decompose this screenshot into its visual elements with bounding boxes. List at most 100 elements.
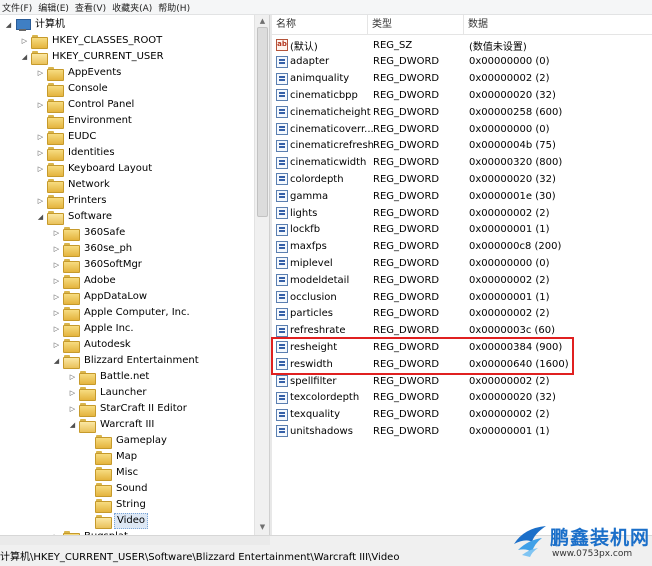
horizontal-scrollbar[interactable]	[0, 536, 270, 545]
expand-triangle-icon[interactable]: ▷	[52, 241, 61, 257]
tree-root[interactable]: ◢ 计算机	[4, 17, 67, 33]
tree-node[interactable]: Misc	[84, 465, 140, 481]
value-row[interactable]: adapter REG_DWORD 0x00000000 (0)	[272, 54, 550, 70]
scrollbar-thumb[interactable]	[257, 27, 268, 217]
column-type[interactable]: 类型	[368, 15, 464, 34]
tree-node[interactable]: Video	[84, 513, 149, 529]
tree-node[interactable]: Map	[84, 449, 139, 465]
value-row[interactable]: cinematicrefresh REG_DWORD 0x0000004b (75)	[272, 138, 556, 154]
scroll-up-icon[interactable]: ▲	[255, 15, 270, 27]
scroll-down-icon[interactable]: ▼	[255, 521, 270, 533]
value-row[interactable]: modeldetail REG_DWORD 0x00000002 (2)	[272, 272, 550, 288]
value-row[interactable]: lights REG_DWORD 0x00000002 (2)	[272, 205, 550, 221]
value-row[interactable]: miplevel REG_DWORD 0x00000000 (0)	[272, 255, 550, 271]
value-row[interactable]: animquality REG_DWORD 0x00000002 (2)	[272, 71, 550, 87]
menu-edit[interactable]: 编辑(E)	[35, 1, 72, 14]
value-row[interactable]: lockfb REG_DWORD 0x00000001 (1)	[272, 222, 550, 238]
registry-tree[interactable]: ◢ 计算机 ▷ HKEY_CLASSES_ROOT ◢ HKEY_CURRENT_US…	[0, 15, 256, 535]
tree-node[interactable]: ◢ Software	[36, 209, 114, 225]
tree-node[interactable]: ▷ Adobe	[52, 273, 118, 289]
expand-triangle-icon[interactable]: ▷	[36, 193, 45, 209]
value-row[interactable]: colordepth REG_DWORD 0x00000020 (32)	[272, 171, 556, 187]
expand-triangle-icon[interactable]: ◢	[4, 17, 13, 33]
tree-node[interactable]: ▷ 360Safe	[52, 225, 127, 241]
expand-triangle-icon[interactable]: ▷	[36, 97, 45, 113]
value-row[interactable]: cinematicbpp REG_DWORD 0x00000020 (32)	[272, 87, 556, 103]
expand-triangle-icon[interactable]: ▷	[52, 257, 61, 273]
value-row[interactable]: gamma REG_DWORD 0x0000001e (30)	[272, 188, 556, 204]
folder-icon	[47, 147, 64, 161]
expand-triangle-icon[interactable]: ▷	[68, 401, 77, 417]
tree-scrollbar[interactable]: ▲ ▼	[254, 15, 269, 535]
menu-help[interactable]: 帮助(H)	[155, 1, 193, 14]
tree-node[interactable]: ▷ EUDC	[36, 129, 98, 145]
value-name: lights	[290, 207, 318, 219]
expand-triangle-icon[interactable]: ▷	[68, 385, 77, 401]
binary-value-icon	[276, 55, 288, 68]
value-row[interactable]: texcolordepth REG_DWORD 0x00000020 (32)	[272, 390, 556, 406]
value-row[interactable]: texquality REG_DWORD 0x00000002 (2)	[272, 407, 550, 423]
expand-triangle-icon[interactable]: ▷	[36, 161, 45, 177]
tree-node[interactable]: ◢ Warcraft III	[68, 417, 156, 433]
menu-favorites[interactable]: 收藏夹(A)	[109, 1, 155, 14]
tree-node[interactable]: ▷ Printers	[36, 193, 108, 209]
tree-node[interactable]: Environment	[36, 113, 134, 129]
tree-node[interactable]: ▷ StarCraft II Editor	[68, 401, 189, 417]
menu-file[interactable]: 文件(F)	[0, 1, 35, 14]
value-row[interactable]: cinematicheight REG_DWORD 0x00000258 (600)	[272, 104, 562, 120]
tree-node[interactable]: ▷ Apple Computer, Inc.	[52, 305, 192, 321]
expand-triangle-icon[interactable]: ▷	[52, 273, 61, 289]
tree-node[interactable]: ▷ Identities	[36, 145, 117, 161]
value-row[interactable]: (默认) REG_SZ (数值未设置)	[272, 37, 527, 53]
value-row[interactable]: particles REG_DWORD 0x00000002 (2)	[272, 306, 550, 322]
collapse-triangle-icon[interactable]: ◢	[36, 209, 45, 225]
tree-node[interactable]: Gameplay	[84, 433, 169, 449]
tree-node[interactable]: Console	[36, 81, 110, 97]
tree-node[interactable]: ▷ Autodesk	[52, 337, 133, 353]
column-name[interactable]: 名称	[272, 15, 368, 34]
values-list[interactable]: 名称 类型 数据 (默认) REG_SZ (数值未设置) adapter REG_DWO…	[272, 15, 652, 535]
value-row[interactable]: cinematicoverr... REG_DWORD 0x00000000 (0)	[272, 121, 550, 137]
tree-node[interactable]: ▷ Keyboard Layout	[36, 161, 154, 177]
column-data[interactable]: 数据	[464, 15, 652, 34]
expand-triangle-icon[interactable]: ▷	[36, 129, 45, 145]
tree-node[interactable]: ▷ 360se_ph	[52, 241, 134, 257]
expand-triangle-icon[interactable]: ▷	[52, 321, 61, 337]
value-row[interactable]: maxfps REG_DWORD 0x000000c8 (200)	[272, 239, 561, 255]
tree-node[interactable]: String	[84, 497, 148, 513]
expand-triangle-icon[interactable]: ▷	[20, 33, 29, 49]
tree-node[interactable]: ▷ HKEY_CLASSES_ROOT	[20, 33, 164, 49]
folder-icon	[47, 67, 64, 81]
expand-triangle-icon[interactable]: ▷	[68, 369, 77, 385]
value-row[interactable]: spellfilter REG_DWORD 0x00000002 (2)	[272, 373, 550, 389]
binary-value-icon	[276, 106, 288, 119]
folder-icon	[47, 131, 64, 145]
tree-node[interactable]: ▷ Battle.net	[68, 369, 151, 385]
expand-triangle-icon[interactable]: ▷	[52, 225, 61, 241]
tree-node[interactable]: ▷ 360SoftMgr	[52, 257, 144, 273]
value-row[interactable]: occlusion REG_DWORD 0x00000001 (1)	[272, 289, 550, 305]
value-row[interactable]: cinematicwidth REG_DWORD 0x00000320 (800)	[272, 155, 562, 171]
tree-node[interactable]: Sound	[84, 481, 150, 497]
binary-value-icon	[276, 207, 288, 219]
collapse-triangle-icon[interactable]: ◢	[20, 49, 29, 65]
tree-node[interactable]: ◢ HKEY_CURRENT_USER	[20, 49, 166, 65]
tree-node[interactable]: ▷ AppEvents	[36, 65, 123, 81]
tree-node[interactable]: ▷ Apple Inc.	[52, 321, 136, 337]
tree-node[interactable]: Network	[36, 177, 112, 193]
tree-node[interactable]: ▷ Launcher	[68, 385, 148, 401]
collapse-triangle-icon[interactable]: ◢	[68, 417, 77, 433]
expand-triangle-icon[interactable]: ▷	[52, 337, 61, 353]
expand-triangle-icon[interactable]: ▷	[52, 305, 61, 321]
expand-triangle-icon[interactable]: ▷	[52, 289, 61, 305]
menu-view[interactable]: 查看(V)	[72, 1, 109, 14]
collapse-triangle-icon[interactable]: ◢	[52, 353, 61, 369]
value-row[interactable]: unitshadows REG_DWORD 0x00000001 (1)	[272, 423, 550, 439]
tree-node[interactable]: ▷ AppDataLow	[52, 289, 149, 305]
expand-triangle-icon[interactable]: ▷	[36, 65, 45, 81]
tree-node[interactable]: ◢ Blizzard Entertainment	[52, 353, 201, 369]
folder-icon	[79, 387, 96, 401]
expand-triangle-icon[interactable]: ▷	[36, 145, 45, 161]
tree-node[interactable]: ▷ Control Panel	[36, 97, 136, 113]
